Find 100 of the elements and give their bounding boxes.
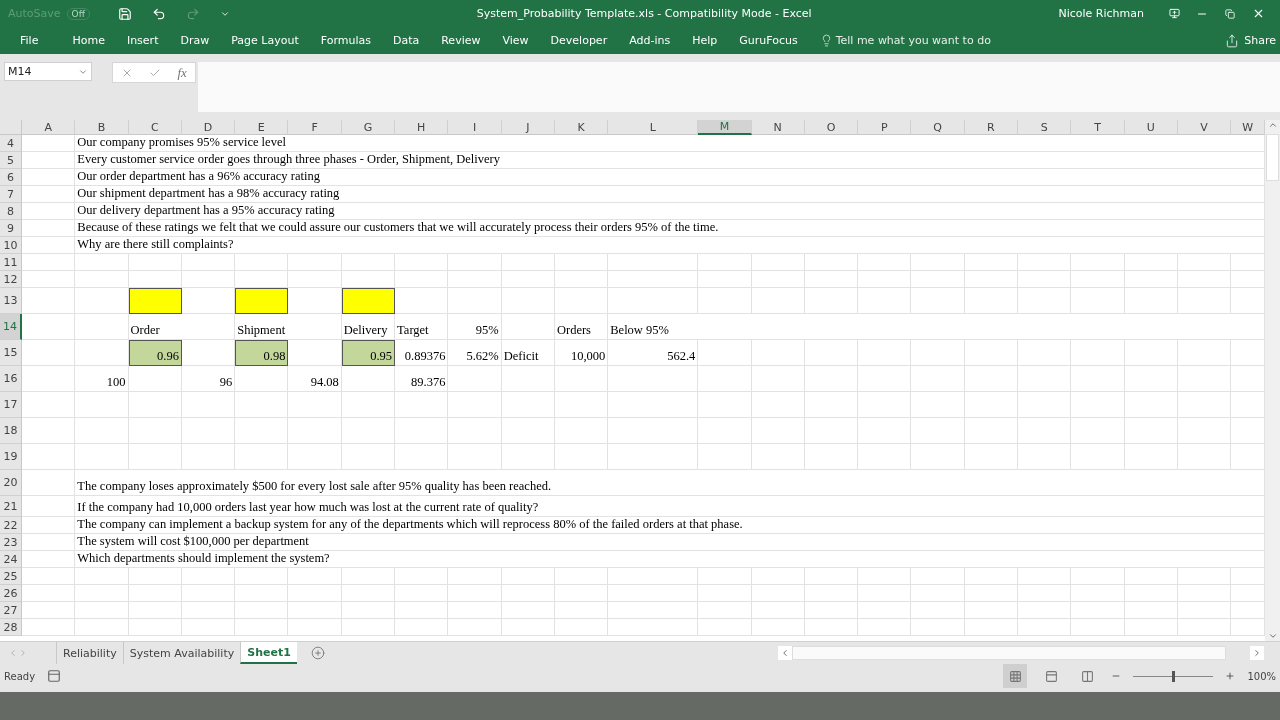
grid-cell[interactable] [1071,288,1125,314]
grid-cell[interactable] [288,418,342,444]
grid-cell[interactable] [288,619,342,636]
grid-cell[interactable] [751,271,805,288]
row-header[interactable]: 8 [0,203,22,220]
select-all-corner[interactable] [0,120,22,135]
grid-cell[interactable] [1018,602,1072,619]
row-header[interactable]: 25 [0,568,22,585]
grid-cell[interactable] [22,254,76,271]
grid-cell[interactable] [448,568,502,585]
grid-cell[interactable] [22,340,76,366]
grid-cell[interactable]: 562.4 [608,340,699,366]
grid-cell[interactable] [501,288,555,314]
grid-cell[interactable] [698,585,752,602]
horizontal-scroll-thumb[interactable] [792,646,1226,660]
row-header[interactable]: 20 [0,470,22,496]
grid-cell[interactable] [751,366,805,392]
grid-cell[interactable] [448,288,502,314]
grid-cell[interactable] [181,444,236,470]
grid-cell[interactable] [181,568,236,585]
grid-cell[interactable] [1018,568,1072,585]
grid-cell[interactable] [288,340,342,366]
grid-cell[interactable] [911,418,965,444]
filled-cell[interactable]: 0.95 [341,340,396,366]
grid-cell[interactable] [341,585,396,602]
grid-cell[interactable] [501,444,555,470]
save-button[interactable] [117,6,132,21]
grid-cell[interactable] [804,254,859,271]
grid-cell[interactable]: Shipment [235,314,342,340]
share-button[interactable]: Share [1225,33,1280,48]
scroll-right-button[interactable] [1250,646,1264,660]
grid-cell[interactable] [235,568,289,585]
grid-cell[interactable] [128,392,182,418]
grid-cell[interactable] [341,254,396,271]
grid-cell[interactable] [395,288,449,314]
grid-cell[interactable] [964,418,1019,444]
grid-cell[interactable] [608,288,699,314]
column-header[interactable]: I [448,120,502,135]
grid-cell[interactable] [395,271,449,288]
ribbon-tab[interactable]: GuruFocus [739,34,798,47]
row-header[interactable]: 19 [0,444,22,470]
grid-cell[interactable] [501,619,555,636]
grid-cell[interactable] [911,585,965,602]
grid-cell[interactable] [911,392,965,418]
grid-cell[interactable] [1018,271,1072,288]
grid-cell[interactable] [1018,340,1072,366]
row-header[interactable]: 6 [0,169,22,186]
column-header[interactable]: P [858,120,912,135]
grid-cell[interactable]: Our order department has a 96% accuracy rating [75,169,1265,186]
row-header[interactable]: 23 [0,534,22,551]
grid-cell[interactable] [75,254,129,271]
grid-cell[interactable] [751,444,805,470]
grid-cell[interactable] [501,366,555,392]
grid-cell[interactable]: Which departments should implement the system? [75,551,1265,568]
grid-cell[interactable]: Below 95% [608,314,1265,340]
grid-cell[interactable] [181,418,236,444]
grid-cell[interactable] [448,271,502,288]
grid-cell[interactable] [341,418,396,444]
grid-cell[interactable]: Target [395,314,449,340]
grid-cell[interactable] [395,568,449,585]
grid-cell[interactable] [608,568,699,585]
column-header[interactable]: F [288,120,342,135]
grid-cell[interactable] [1018,619,1072,636]
grid-cell[interactable] [341,602,396,619]
grid-cell[interactable]: 94.08 [288,366,342,392]
grid-cell[interactable] [608,418,699,444]
grid-cell[interactable] [608,254,699,271]
grid-cell[interactable] [288,288,342,314]
grid-cell[interactable] [75,392,129,418]
grid-cell[interactable] [858,418,912,444]
grid-cell[interactable] [554,288,609,314]
grid-cell[interactable] [235,619,289,636]
grid-cell[interactable]: If the company had 10,000 orders last year how much was lost at the current rate of quality? [75,496,1265,517]
column-header[interactable]: G [341,120,396,135]
grid-cell[interactable] [1177,585,1232,602]
grid-cell[interactable] [1018,254,1072,271]
grid-cell[interactable] [341,568,396,585]
grid-cell[interactable]: 96 [181,366,236,392]
grid-cell[interactable] [288,254,342,271]
grid-cell[interactable] [964,585,1019,602]
grid-cell[interactable] [964,568,1019,585]
grid-cell[interactable] [858,568,912,585]
grid-cell[interactable] [911,602,965,619]
scroll-left-button[interactable] [778,646,792,660]
ribbon-tab[interactable]: Page Layout [231,34,299,47]
grid-cell[interactable] [608,392,699,418]
sheet-tab[interactable]: Sheet1 [240,642,297,664]
grid-cell[interactable] [804,568,859,585]
grid-cell[interactable] [22,418,76,444]
grid-cell[interactable] [448,418,502,444]
grid-cell[interactable] [804,340,859,366]
grid-cell[interactable] [1018,418,1072,444]
grid-cell[interactable] [1071,568,1125,585]
grid-cell[interactable] [395,444,449,470]
grid-cell[interactable] [911,366,965,392]
grid-cell[interactable] [1124,619,1178,636]
grid-cell[interactable] [1124,444,1178,470]
grid-cell[interactable] [341,444,396,470]
grid-cell[interactable]: 10,000 [554,340,609,366]
row-header[interactable]: 16 [0,366,22,392]
